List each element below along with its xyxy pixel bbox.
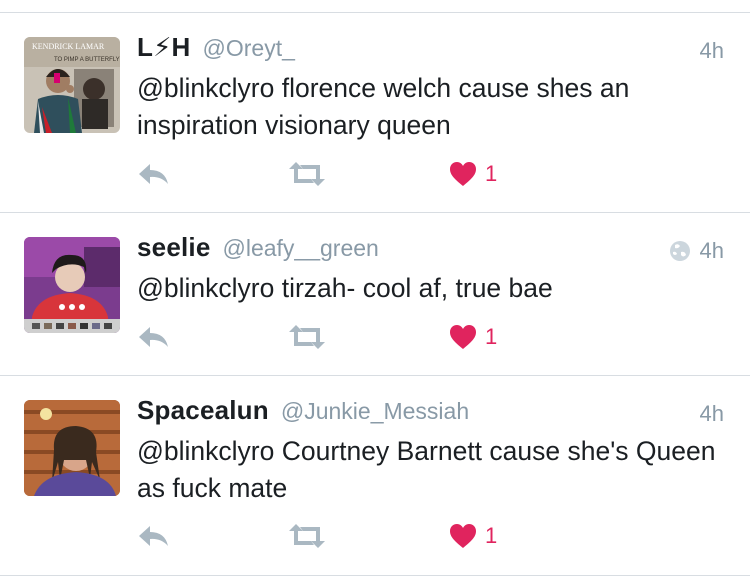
retweet-button[interactable] (287, 324, 327, 350)
username[interactable]: @Oreyt_ (203, 35, 295, 62)
timestamp[interactable]: 4h (700, 401, 724, 427)
display-name[interactable]: Spacealun (137, 395, 269, 426)
reply-button[interactable] (137, 161, 171, 187)
globe-icon (669, 241, 690, 261)
heart-icon (450, 162, 476, 186)
reply-icon (139, 164, 168, 184)
timeline: KENDRICK LAMAR TO PIMP A BUTTERFLY L⚡H @… (0, 0, 750, 588)
avatar[interactable] (24, 237, 120, 333)
reply-icon (139, 526, 168, 546)
divider (0, 12, 750, 13)
timestamp-text: 4h (699, 238, 724, 263)
poster-subtext: TO PIMP A BUTTERFLY (54, 57, 120, 63)
like-count: 1 (485, 161, 498, 186)
username[interactable]: @leafy__green (223, 235, 379, 262)
like-button[interactable]: 1 (449, 324, 497, 350)
retweet-icon (289, 325, 325, 349)
reply-icon (139, 327, 168, 347)
tweet-header: L⚡H @Oreyt_ (137, 32, 295, 64)
like-button[interactable]: 1 (449, 161, 497, 187)
tweet-header: Spacealun @Junkie_Messiah (137, 395, 469, 427)
like-button[interactable]: 1 (449, 523, 497, 549)
reply-button[interactable] (137, 324, 171, 350)
tweet-actions: 1 (137, 161, 537, 191)
timestamp-text: 4h (699, 38, 724, 63)
heart-icon (450, 325, 476, 349)
timestamp[interactable]: 4h (700, 38, 724, 64)
retweet-button[interactable] (287, 523, 327, 549)
avatar[interactable] (24, 400, 120, 496)
heart-icon (450, 524, 476, 548)
like-count: 1 (485, 324, 498, 349)
divider (0, 375, 750, 376)
like-count: 1 (485, 523, 498, 548)
divider (0, 575, 750, 576)
tweet-text: @blinkclyro tirzah- cool af, true bae (137, 273, 553, 303)
tweet-header: seelie @leafy__green (137, 232, 379, 264)
display-name[interactable]: seelie (137, 232, 211, 263)
display-name[interactable]: L⚡H (137, 32, 191, 63)
timestamp[interactable]: 4h (668, 238, 724, 264)
poster-text: KENDRICK LAMAR (32, 42, 105, 51)
retweet-icon (289, 524, 325, 548)
username[interactable]: @Junkie_Messiah (281, 398, 469, 425)
tweet-text: @blinkclyro Courtney Barnett cause she's… (137, 436, 716, 503)
divider (0, 212, 750, 213)
tweet-actions: 1 (137, 523, 537, 553)
retweet-button[interactable] (287, 161, 327, 187)
tweet-actions: 1 (137, 324, 537, 354)
retweet-icon (289, 162, 325, 186)
tweet-text: @blinkclyro florence welch cause shes an… (137, 73, 630, 140)
avatar[interactable]: KENDRICK LAMAR TO PIMP A BUTTERFLY (24, 37, 120, 133)
timestamp-text: 4h (699, 401, 724, 426)
reply-button[interactable] (137, 523, 171, 549)
